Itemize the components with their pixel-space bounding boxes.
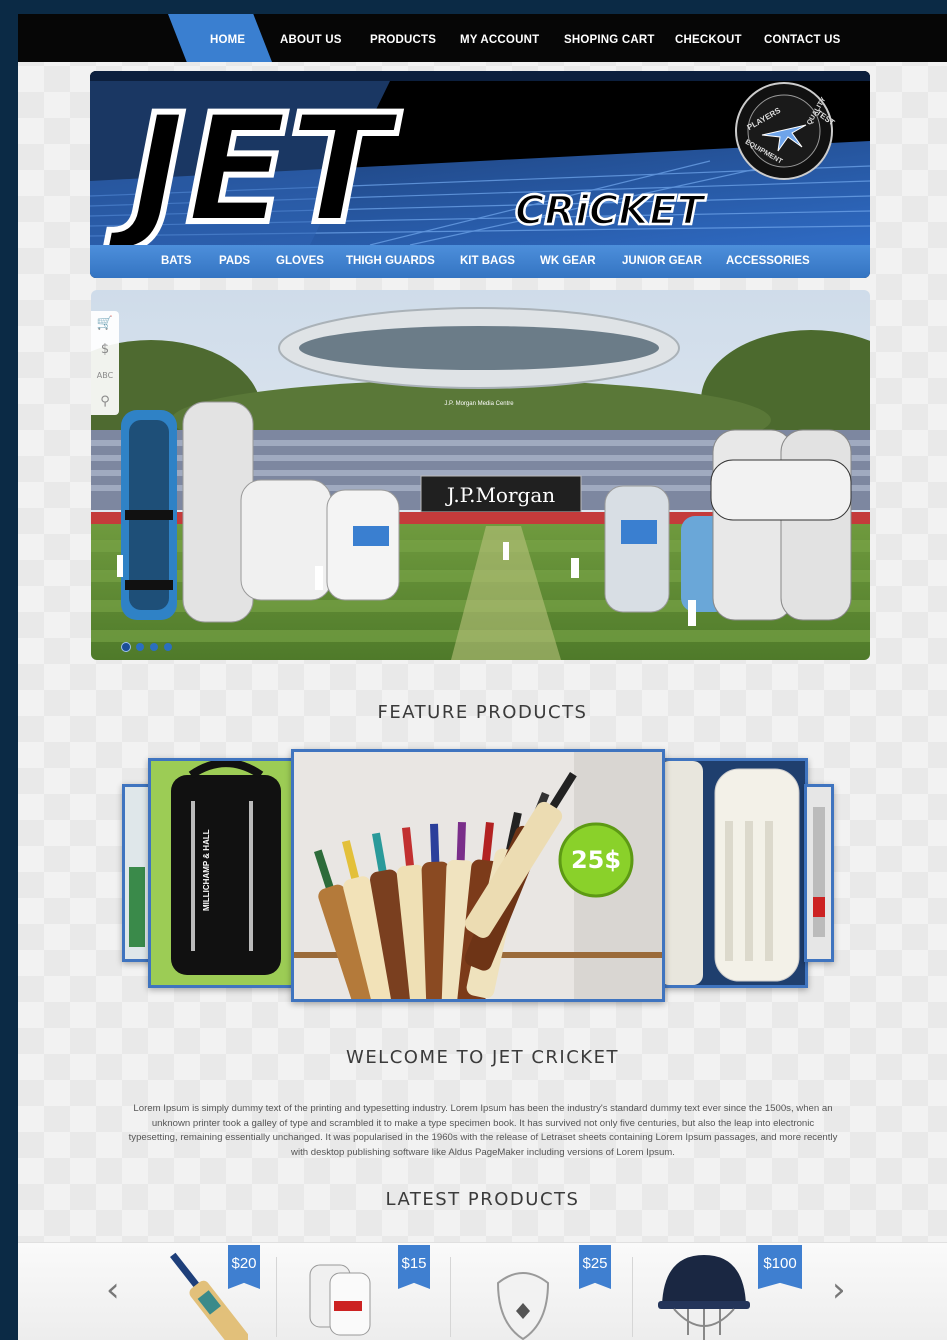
banner-logo-text: JET [105,83,401,245]
search-icon[interactable]: ⚲ [91,389,119,415]
gloves-image [309,1264,371,1336]
nav-products[interactable]: PRODUCTS [370,14,436,62]
slider-side-toolbar: 🛒 $ ABC ⚲ [91,311,119,415]
product-divider [276,1257,277,1337]
nav-shopping-cart[interactable]: SHOPING CART [564,14,655,62]
category-gloves[interactable]: GLOVES [276,245,324,278]
latest-product-abdominal-guard[interactable]: $25 [478,1243,618,1340]
category-pads[interactable]: PADS [219,245,250,278]
nav-my-account[interactable]: MY ACCOUNT [460,14,539,62]
cart-icon[interactable]: 🛒 [91,311,119,337]
nav-contact-us[interactable]: CONTACT US [764,14,841,62]
carousel-item-kit-bag[interactable]: MILLICHAMP & HALL [148,758,294,988]
slider-dot-4[interactable] [164,643,172,651]
welcome-paragraph: Lorem Ipsum is simply dummy text of the … [128,1103,838,1158]
top-navigation: HOME ABOUT US PRODUCTS MY ACCOUNT SHOPIN… [18,14,947,62]
latest-products-strip: ‹ › $20 $15 $25 $100 [18,1242,947,1340]
category-thigh-guards[interactable]: THIGH GUARDS [346,245,435,278]
price-badge: 25$ [558,822,634,898]
nav-home[interactable]: HOME [210,14,245,62]
product-divider [450,1257,451,1337]
banner-sub-text: CRiCKET [515,188,707,234]
svg-text:MILLICHAMP & HALL: MILLICHAMP & HALL [202,829,211,911]
page-frame: HOME ABOUT US PRODUCTS MY ACCOUNT SHOPIN… [18,14,947,1340]
price-tag: $20 [228,1245,260,1289]
category-bats[interactable]: BATS [161,245,191,278]
price-tag: $100 [758,1245,802,1289]
latest-products-title: LATEST PRODUCTS [385,1189,580,1210]
hero-slider[interactable]: J.P. Morgan Media Centre J.P.Morgan 🛒 $ … [91,290,870,660]
feature-products-carousel[interactable]: MILLICHAMP & HALL 25$ [18,746,947,1006]
feature-products-title: FEATURE PRODUCTS [377,702,588,723]
product-divider [632,1257,633,1337]
abc-icon[interactable]: ABC [91,363,119,389]
next-arrow-icon[interactable]: › [832,1273,846,1307]
carousel-item-pads[interactable] [662,758,808,988]
category-wk-gear[interactable]: WK GEAR [540,245,596,278]
prev-arrow-icon[interactable]: ‹ [106,1273,120,1307]
helmet-image [658,1255,750,1340]
slider-dot-1[interactable] [122,643,130,651]
sign-text: J.P.Morgan [445,483,555,507]
latest-product-gloves[interactable]: $15 [298,1243,438,1340]
category-kit-bags[interactable]: KIT BAGS [460,245,515,278]
price-tag: $15 [398,1245,430,1289]
nav-checkout[interactable]: CHECKOUT [675,14,742,62]
banner-logo-art[interactable]: JET CRiCKET PLAYERS TEST QUALITY EQUIPME… [90,71,870,245]
latest-product-bat[interactable]: $20 [148,1243,268,1340]
category-navigation: BATS PADS GLOVES THIGH GUARDS KIT BAGS W… [90,245,870,278]
price-tag: $25 [579,1245,611,1289]
slider-dot-2[interactable] [136,643,144,651]
latest-product-helmet[interactable]: $100 [654,1243,804,1340]
welcome-title: WELCOME TO JET CRICKET [346,1047,619,1068]
svg-text:25$: 25$ [571,846,621,874]
hero-slide-image: J.P. Morgan Media Centre J.P.Morgan [91,290,870,660]
site-banner: JET CRiCKET PLAYERS TEST QUALITY EQUIPME… [90,71,870,278]
svg-text:J.P. Morgan Media Centre: J.P. Morgan Media Centre [444,401,514,407]
nav-about-us[interactable]: ABOUT US [280,14,342,62]
carousel-item-bats-featured[interactable]: 25$ [291,749,665,1002]
category-junior-gear[interactable]: JUNIOR GEAR [622,245,702,278]
category-accessories[interactable]: ACCESSORIES [726,245,810,278]
dollar-icon[interactable]: $ [91,337,119,363]
carousel-item-far-right[interactable] [804,784,834,962]
guard-image [496,1272,550,1340]
slider-dot-3[interactable] [150,643,158,651]
